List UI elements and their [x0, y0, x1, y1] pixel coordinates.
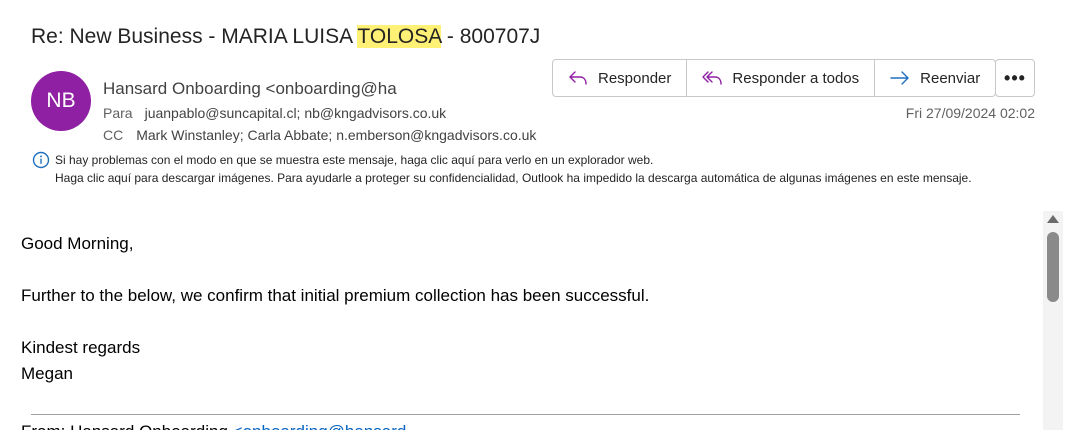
reply-all-label: Responder a todos [732, 69, 860, 87]
to-label: Para [103, 105, 133, 121]
quoted-message-divider [31, 414, 1020, 415]
reply-all-icon [702, 71, 723, 85]
subject-suffix: - 800707J [441, 25, 541, 48]
cc-line: CC Mark Winstanley; Carla Abbate; n.ember… [103, 126, 536, 144]
quoted-header-line: From: Hansard Onboarding <onboarding@han… [21, 422, 406, 430]
subject-prefix: Re: New Business - MARIA LUISA [31, 25, 358, 48]
sender-avatar[interactable]: NB [31, 71, 91, 131]
view-in-browser-link[interactable]: Si hay problemas con el modo en que se m… [55, 151, 1022, 169]
cc-recipients[interactable]: Mark Winstanley; Carla Abbate; n.emberso… [136, 127, 536, 143]
to-recipients[interactable]: juanpablo@suncapital.cl; nb@kngadvisors.… [145, 105, 447, 121]
reply-label: Responder [598, 69, 672, 87]
email-reading-pane: Re: New Business - MARIA LUISA TOLOSA - … [0, 0, 1067, 430]
reply-all-button[interactable]: Responder a todos [687, 60, 876, 96]
body-regards: Kindest regards [21, 338, 141, 357]
reply-icon [569, 71, 587, 85]
body-paragraph: Further to the below, we confirm that in… [21, 286, 650, 305]
quoted-from: From: Hansard Onboarding [21, 422, 233, 430]
quoted-sender-link[interactable]: <onboarding@hansard [233, 422, 407, 430]
email-subject: Re: New Business - MARIA LUISA TOLOSA - … [31, 22, 540, 52]
info-bar: Si hay problemas con el modo en que se m… [32, 151, 1022, 187]
subject-search-highlight: TOLOSA [357, 25, 442, 48]
download-images-link[interactable]: Haga clic aquí para descargar imágenes. … [55, 169, 1022, 187]
body-signature: Megan [21, 364, 73, 383]
info-icon [32, 151, 50, 169]
forward-icon [890, 71, 909, 85]
more-horizontal-icon: ••• [1004, 67, 1026, 88]
sender-name[interactable]: Hansard Onboarding <onboarding@ha [103, 77, 421, 101]
forward-button[interactable]: Reenviar [875, 60, 995, 96]
message-body: Good Morning, Further to the below, we c… [21, 231, 649, 387]
to-line: Para juanpablo@suncapital.cl; nb@kngadvis… [103, 104, 446, 122]
body-greeting: Good Morning, [21, 234, 134, 253]
received-date: Fri 27/09/2024 02:02 [905, 105, 1035, 121]
reply-button[interactable]: Responder [553, 60, 688, 96]
reply-actions-group: Responder Responder a todos Reenviar [552, 59, 997, 97]
scrollbar-thumb[interactable] [1047, 232, 1059, 302]
cc-label: CC [103, 127, 124, 143]
scroll-up-arrow-icon[interactable] [1047, 215, 1059, 223]
vertical-scrollbar[interactable] [1043, 211, 1063, 430]
more-actions-button[interactable]: ••• [995, 59, 1035, 97]
forward-label: Reenviar [920, 69, 981, 87]
